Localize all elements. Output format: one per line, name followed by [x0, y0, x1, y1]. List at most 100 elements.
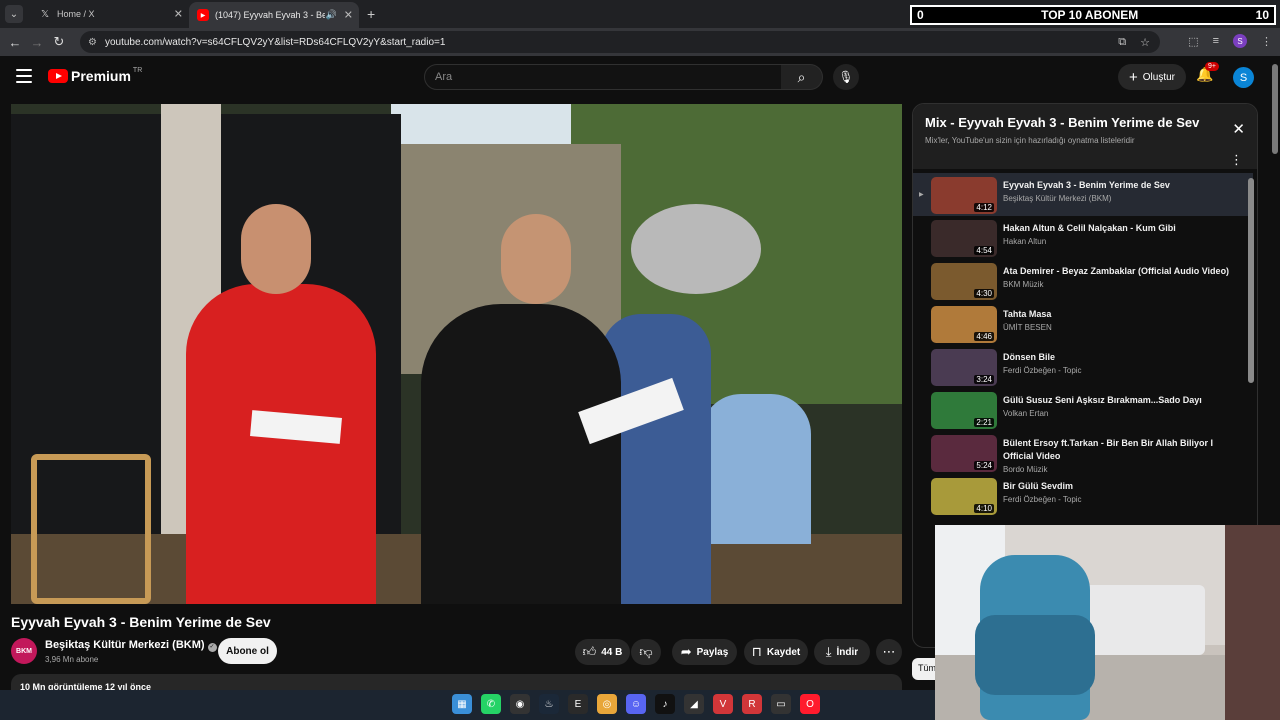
overlay-right-value: 10: [1255, 8, 1269, 22]
video-thumbnail[interactable]: 4:30: [931, 263, 997, 300]
new-tab-icon[interactable]: +: [367, 6, 375, 22]
cast-icon[interactable]: ⧉: [1118, 36, 1126, 49]
menu-icon[interactable]: [16, 69, 32, 83]
playlist-item[interactable]: 4:46 Tahta Masa ÜMİT BESEN: [913, 302, 1253, 345]
discord-icon[interactable]: ☺: [626, 694, 646, 714]
url-field[interactable]: ⚙ youtube.com/watch?v=s64CFLQV2yY&list=R…: [80, 31, 1160, 53]
close-icon[interactable]: ✕: [1232, 120, 1245, 138]
notification-badge: 9+: [1205, 62, 1219, 71]
create-button[interactable]: + Oluştur: [1118, 64, 1186, 90]
playlist-item[interactable]: 5:24 Bülent Ersoy ft.Tarkan - Bir Ben Bir…: [913, 431, 1253, 474]
youtube-header: Premium TR Ara ⌕ 🎙 + Oluştur 🔔 9+ S: [0, 56, 1280, 98]
video-thumbnail[interactable]: 4:54: [931, 220, 997, 257]
more-menu-icon[interactable]: ⋮: [1261, 35, 1272, 48]
video-thumbnail[interactable]: 3:24: [931, 349, 997, 386]
youtube-icon: ▶: [197, 9, 209, 21]
obs-icon[interactable]: ◉: [510, 694, 530, 714]
video-scene-head-red: [241, 204, 311, 294]
like-button[interactable]: 👍︎ 44 B: [575, 639, 630, 665]
playlist-item[interactable]: 4:10 Bir Gülü Sevdim Ferdi Özbeğen - Topic: [913, 474, 1253, 517]
playlist-item-title[interactable]: Eyyvah Eyvah 3 - Benim Yerime de Sev: [1003, 179, 1243, 192]
channel-name[interactable]: Beşiktaş Kültür Merkezi (BKM) ✓: [45, 639, 217, 652]
playlist-item[interactable]: 3:24 Dönsen Bile Ferdi Özbeğen - Topic: [913, 345, 1253, 388]
microphone-icon: 🎙: [838, 70, 854, 84]
dislike-button[interactable]: 👎︎: [631, 639, 661, 665]
video-scene-boom-mic: [631, 204, 761, 294]
opera-icon[interactable]: O: [800, 694, 820, 714]
playlist-item-title[interactable]: Hakan Altun & Celil Nalçakan - Kum Gibi: [1003, 222, 1243, 235]
windows-start-icon[interactable]: ▦: [452, 694, 472, 714]
playlist-item-title[interactable]: Bir Gülü Sevdim: [1003, 480, 1243, 493]
playlist-title[interactable]: Mix - Eyyvah Eyvah 3 - Benim Yerime de S…: [925, 115, 1199, 130]
download-button[interactable]: ⤓ İndir: [814, 639, 870, 665]
share-button[interactable]: ➦ Paylaş: [672, 639, 737, 665]
overlay-title: TOP 10 ABONEM: [1041, 8, 1139, 22]
riot-icon[interactable]: R: [742, 694, 762, 714]
playlist-item-title[interactable]: Dönsen Bile: [1003, 351, 1243, 364]
site-info-icon[interactable]: ⚙: [88, 37, 97, 48]
playlist-item-channel: BKM Müzik: [1003, 280, 1044, 289]
youtube-premium-logo[interactable]: Premium TR: [48, 67, 142, 84]
page-scrollbar[interactable]: [1272, 64, 1278, 154]
search-input[interactable]: Ara: [424, 64, 782, 90]
playlist-item-title[interactable]: Gülü Susuz Seni Aşksız Bırakmam...Sado D…: [1003, 394, 1243, 407]
duration-badge: 4:54: [974, 246, 994, 255]
channel-avatar[interactable]: BKM: [11, 638, 37, 664]
playlist-item-meta: Ata Demirer - Beyaz Zambaklar (Official …: [1003, 265, 1243, 289]
video-thumbnail[interactable]: 4:12: [931, 177, 997, 214]
channel-name-text: Beşiktaş Kültür Merkezi (BKM): [45, 639, 205, 651]
media-control-icon[interactable]: ≡: [1213, 35, 1219, 47]
profile-avatar[interactable]: S: [1233, 34, 1247, 48]
extensions-icon[interactable]: ⬚: [1188, 35, 1198, 48]
playlist-item[interactable]: 2:21 Gülü Susuz Seni Aşksız Bırakmam...Sa…: [913, 388, 1253, 431]
tab-search-icon[interactable]: ⌄: [5, 5, 23, 23]
terminal-icon[interactable]: ▭: [771, 694, 791, 714]
video-thumbnail[interactable]: 4:10: [931, 478, 997, 515]
playlist-item[interactable]: 4:54 Hakan Altun & Celil Nalçakan - Kum G…: [913, 216, 1253, 259]
verified-icon: ✓: [207, 643, 217, 652]
playlist-item-title[interactable]: Tahta Masa: [1003, 308, 1243, 321]
close-tab-icon[interactable]: ✕: [344, 9, 353, 22]
stream-overlay-counter: 0 TOP 10 ABONEM 10: [910, 5, 1276, 25]
epic-games-icon[interactable]: E: [568, 694, 588, 714]
playlist-item[interactable]: 4:30 Ata Demirer - Beyaz Zambaklar (Offic…: [913, 259, 1253, 302]
bookmark-icon: ⊓: [751, 644, 762, 659]
playlist-item-meta: Gülü Susuz Seni Aşksız Bırakmam...Sado D…: [1003, 394, 1243, 418]
speaker-icon[interactable]: 🔊: [326, 10, 337, 21]
tab-home-x[interactable]: 𝕏 Home / X ✕: [31, 0, 189, 28]
playlist-item-channel: Hakan Altun: [1003, 237, 1047, 246]
valorant-icon[interactable]: V: [713, 694, 733, 714]
back-icon[interactable]: ←: [4, 35, 26, 50]
search-button[interactable]: ⌕: [781, 64, 823, 90]
close-tab-icon[interactable]: ✕: [174, 8, 183, 21]
bookmark-star-icon[interactable]: ☆: [1140, 36, 1150, 49]
reload-icon[interactable]: ↻: [48, 34, 70, 50]
video-thumbnail[interactable]: 2:21: [931, 392, 997, 429]
whatsapp-icon[interactable]: ✆: [481, 694, 501, 714]
video-player[interactable]: [11, 104, 902, 604]
save-button[interactable]: ⊓ Kaydet: [744, 639, 808, 665]
chrome-icon[interactable]: ◎: [597, 694, 617, 714]
notifications-button[interactable]: 🔔 9+: [1196, 62, 1219, 83]
playlist-item-channel: Ferdi Özbeğen - Topic: [1003, 495, 1082, 504]
subscribe-button[interactable]: Abone ol: [218, 638, 277, 664]
tab-youtube[interactable]: ▶ (1047) Eyyvah Eyvah 3 - Ben 🔊 ✕: [189, 2, 359, 28]
lightshot-icon[interactable]: ◢: [684, 694, 704, 714]
playlist-scrollbar[interactable]: [1248, 178, 1254, 383]
more-options-icon[interactable]: ⋮: [1230, 152, 1243, 168]
video-scene-chair: [31, 454, 151, 604]
video-thumbnail[interactable]: 5:24: [931, 435, 997, 472]
forward-icon[interactable]: →: [26, 35, 48, 50]
more-horizontal-icon: ⋯: [882, 644, 896, 659]
tiktok-icon[interactable]: ♪: [655, 694, 675, 714]
playlist-item-title[interactable]: Bülent Ersoy ft.Tarkan - Bir Ben Bir All…: [1003, 437, 1243, 463]
video-thumbnail[interactable]: 4:46: [931, 306, 997, 343]
steam-icon[interactable]: ♨: [539, 694, 559, 714]
account-avatar[interactable]: S: [1233, 67, 1254, 88]
playlist-item[interactable]: ▶ 4:12 Eyyvah Eyvah 3 - Benim Yerime de Se…: [913, 173, 1253, 216]
playlist-item-meta: Tahta Masa ÜMİT BESEN: [1003, 308, 1243, 332]
playlist-item-title[interactable]: Ata Demirer - Beyaz Zambaklar (Official …: [1003, 265, 1243, 278]
voice-search-button[interactable]: 🎙: [833, 64, 859, 90]
playlist-item-meta: Hakan Altun & Celil Nalçakan - Kum Gibi H…: [1003, 222, 1243, 246]
more-actions-button[interactable]: ⋯: [876, 639, 902, 665]
